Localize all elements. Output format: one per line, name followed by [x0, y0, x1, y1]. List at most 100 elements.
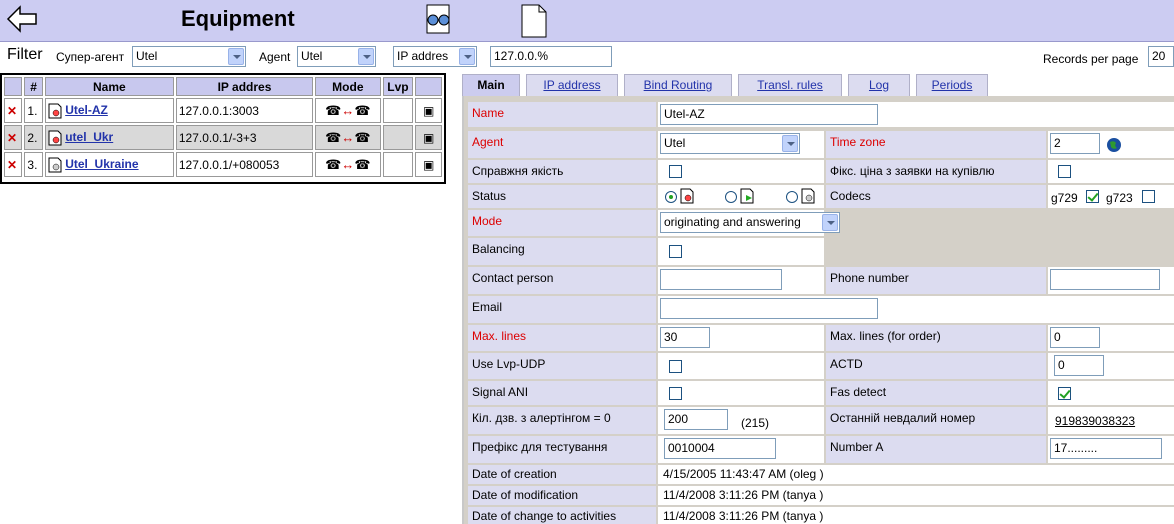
row-number: 1. [24, 98, 43, 123]
tab-log[interactable]: Log [848, 74, 910, 96]
signal-ani-label: Signal ANI [468, 381, 656, 405]
col-lvp: Lvp [382, 77, 414, 96]
row-lvp [382, 152, 414, 177]
edit-icon[interactable]: ▣ [415, 98, 442, 123]
tab-main[interactable]: Main [462, 74, 520, 96]
col-edit [415, 77, 442, 96]
row-name-link[interactable]: Utel_Ukraine [65, 157, 138, 171]
edit-icon[interactable]: ▣ [415, 125, 442, 150]
chevron-down-icon[interactable] [459, 48, 475, 65]
status-radio-disabled[interactable] [786, 191, 798, 203]
codec-g723-label: g723 [1106, 191, 1133, 205]
row-lvp [382, 125, 414, 150]
row-ip: 127.0.0.1:3003 [175, 98, 314, 123]
row-name[interactable]: utel_Ukr [44, 125, 174, 150]
balancing-label: Balancing [468, 238, 656, 265]
last-failed-link[interactable]: 919839038323 [1055, 414, 1135, 428]
header-bar: Equipment [0, 0, 1174, 42]
super-agent-label: Супер-агент [56, 50, 125, 64]
codecs-label: Codecs [826, 185, 1046, 208]
row-ip: 127.0.0.1/+080053 [175, 152, 314, 177]
gateway-icon [48, 130, 62, 145]
col-name: Name [44, 77, 174, 96]
search-input[interactable]: 127.0.0.% [490, 46, 612, 67]
row-lvp [382, 98, 414, 123]
timezone-input[interactable]: 2 [1050, 133, 1100, 154]
name-input[interactable]: Utel-AZ [660, 104, 878, 125]
actd-input[interactable]: 0 [1054, 355, 1104, 376]
real-quality-checkbox[interactable] [669, 165, 682, 178]
max-lines-input[interactable]: 30 [660, 327, 710, 348]
phone-input[interactable] [1050, 269, 1160, 290]
contact-label: Contact person [468, 267, 656, 294]
name-label: Name [468, 102, 656, 127]
tab-transl-rules[interactable]: Transl. rules [738, 74, 842, 96]
filter-field-value: IP addres [397, 49, 449, 63]
chevron-down-icon[interactable] [822, 214, 838, 231]
agent-form-value: Utel [664, 136, 686, 150]
test-prefix-input[interactable]: 0010004 [664, 438, 776, 459]
edit-icon[interactable]: ▣ [415, 152, 442, 177]
codec-g723-checkbox[interactable] [1142, 190, 1155, 203]
records-per-page-input[interactable]: 20 [1148, 46, 1174, 67]
agent-select[interactable]: Utel [297, 46, 376, 67]
balancing-checkbox[interactable] [669, 245, 682, 258]
detail-tabs: Main IP address Bind Routing Transl. rul… [462, 74, 1174, 96]
chevron-down-icon[interactable] [358, 48, 374, 65]
table-row[interactable]: ✕ 1. Utel-AZ 127.0.0.1:3003 ☎↔☎ ▣ [4, 98, 442, 123]
tab-ip-address[interactable]: IP address [526, 74, 618, 96]
status-radio-test[interactable] [725, 191, 737, 203]
new-document-icon[interactable] [520, 4, 548, 38]
mode-value: originating and answering [664, 215, 801, 229]
back-arrow-icon[interactable] [6, 4, 38, 34]
mode-phones-icon: ☎↔☎ [315, 98, 381, 123]
max-lines-order-input[interactable]: 0 [1050, 327, 1100, 348]
equipment-form: Name Utel-AZ Agent Utel Time zone 2 Спра… [462, 96, 1174, 524]
number-a-input[interactable]: 17......... [1050, 438, 1162, 459]
date-created-value: 4/15/2005 11:43:47 AM (oleg ) [663, 467, 824, 481]
delete-icon[interactable]: ✕ [4, 152, 23, 177]
row-name-link[interactable]: utel_Ukr [65, 130, 113, 144]
agent-form-select[interactable]: Utel [660, 133, 800, 154]
agent-label: Agent [468, 131, 656, 158]
tab-bind-routing[interactable]: Bind Routing [624, 74, 732, 96]
table-row[interactable]: ✕ 3. Utel_Ukraine 127.0.0.1/+080053 ☎↔☎ … [4, 152, 442, 177]
test-prefix-label: Префікс для тестування [468, 436, 656, 463]
chevron-down-icon[interactable] [782, 135, 798, 152]
calls-alerting-label: Кіл. дзв. з алертінгом = 0 [468, 407, 656, 434]
filter-field-select[interactable]: IP addres [393, 46, 477, 67]
codec-g729-checkbox[interactable] [1086, 190, 1099, 203]
lvp-udp-cell [658, 353, 824, 379]
row-name[interactable]: Utel_Ukraine [44, 152, 174, 177]
lvp-udp-checkbox[interactable] [669, 360, 682, 373]
status-radio-active[interactable] [665, 191, 677, 203]
status-disabled-icon [801, 188, 815, 204]
view-glasses-icon[interactable] [424, 4, 454, 36]
fas-detect-checkbox[interactable] [1058, 387, 1071, 400]
row-name-link[interactable]: Utel-AZ [65, 103, 108, 117]
fas-detect-label: Fas detect [826, 381, 1046, 405]
row-number: 2. [24, 125, 43, 150]
signal-ani-checkbox[interactable] [669, 387, 682, 400]
super-agent-select[interactable]: Utel [132, 46, 246, 67]
row-name[interactable]: Utel-AZ [44, 98, 174, 123]
gateway-icon [48, 157, 62, 172]
contact-input[interactable] [660, 269, 782, 290]
table-row[interactable]: ✕ 2. utel_Ukr 127.0.0.1/-3+3 ☎↔☎ ▣ [4, 125, 442, 150]
lvp-udp-label: Use Lvp-UDP [468, 353, 656, 379]
real-quality-label: Справжня якість [468, 160, 656, 183]
date-activity-value: 11/4/2008 3:11:26 PM (tanya ) [663, 509, 824, 523]
super-agent-value: Utel [136, 49, 158, 63]
globe-icon[interactable] [1106, 137, 1122, 153]
date-activity-label: Date of change to activities [468, 507, 656, 524]
delete-icon[interactable]: ✕ [4, 98, 23, 123]
delete-icon[interactable]: ✕ [4, 125, 23, 150]
chevron-down-icon[interactable] [228, 48, 244, 65]
col-mode: Mode [315, 77, 381, 96]
actd-label: ACTD [826, 353, 1046, 379]
calls-alerting-input[interactable]: 200 [664, 409, 728, 430]
fixed-price-checkbox[interactable] [1058, 165, 1071, 178]
tab-periods[interactable]: Periods [916, 74, 988, 96]
mode-select[interactable]: originating and answering [660, 212, 840, 233]
email-input[interactable] [660, 298, 878, 319]
